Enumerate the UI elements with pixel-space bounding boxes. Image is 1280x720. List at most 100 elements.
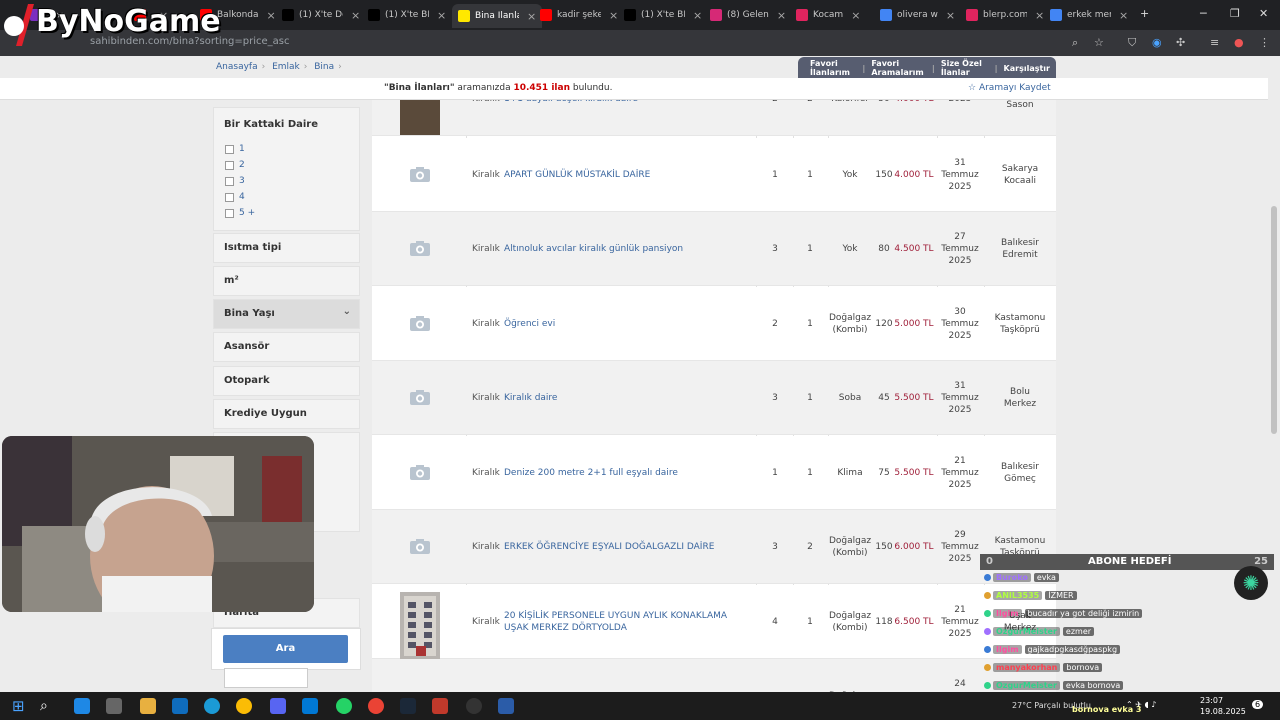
restore-icon[interactable]: ❐ [1230,7,1240,20]
floor-option-2[interactable]: 2 [225,160,245,170]
floor-option-5plus[interactable]: 5 + [225,208,255,218]
chrome-icon[interactable] [236,698,252,714]
task-view-icon[interactable] [106,698,122,714]
file-explorer-icon[interactable] [140,698,156,714]
listing-row[interactable]: Doğalgaz24 [372,659,1056,692]
listing-row[interactable]: Kiralık ERKEK ÖĞRENCİYE EŞYALI DOĞALGAZLI… [372,510,1056,584]
facet-heating[interactable]: Isıtma tipi [213,233,360,263]
tab-close-icon[interactable]: × [609,9,618,22]
checkbox-icon[interactable] [225,192,234,202]
save-search-button[interactable]: ☆ Aramayı Kaydet [968,83,1051,93]
listing-row[interactable]: Kiralık APART GÜNLÜK MÜSTAKİL DAİRE 1 1 Yok 1… [372,138,1056,212]
search-button[interactable]: Ara [223,635,348,663]
zoom-icon[interactable]: ⌕ [1072,36,1078,50]
breadcrumb-bina[interactable]: Bina [314,62,334,72]
browser-tab[interactable]: erkek mer × [1050,5,1128,25]
app-icon-2[interactable] [498,698,514,714]
new-tab-icon[interactable]: + [1140,7,1149,20]
small-input-box[interactable] [224,668,308,688]
scrollbar-thumb[interactable] [1271,206,1277,434]
app-icon[interactable] [432,698,448,714]
puzzle-icon[interactable]: ✣ [1176,36,1185,49]
vscode-icon[interactable] [302,698,318,714]
tab-close-icon[interactable]: × [1035,9,1044,22]
listing-photo[interactable] [400,592,440,660]
checkbox-icon[interactable] [225,176,234,186]
menu-dots-icon[interactable]: ⋮ [1259,36,1270,49]
chrome-active-icon[interactable] [368,698,384,714]
tab-close-icon[interactable]: × [267,9,276,22]
facet-building-age[interactable]: Bina Yaşı ⌄ [213,299,360,329]
browser-tab[interactable]: olivera w × [880,5,955,25]
listing-title[interactable]: Denize 200 metre 2+1 full eşyalı daire [504,467,744,479]
tab-close-icon[interactable]: × [851,9,860,22]
search-icon[interactable]: ⌕ [40,698,56,714]
facet-parking[interactable]: Otopark [213,366,360,396]
tray-icons[interactable]: ⌃ ✈ ◖ ♪ [1126,700,1156,709]
tab-close-icon[interactable]: × [351,9,360,22]
obs-icon[interactable] [466,698,482,714]
clock-date[interactable]: 19.08.2025 [1200,707,1246,716]
listing-row[interactable]: Kiralık 1+1 dayalı döşeli kiralık daire 2 2… [372,100,1056,136]
facet-credit[interactable]: Krediye Uygun [213,399,360,429]
listing-photo[interactable] [400,100,440,135]
listing-title[interactable]: 1+1 dayalı döşeli kiralık daire [504,100,744,105]
browser-tab[interactable]: (1) X'te Do × [282,5,360,25]
browser-tab[interactable]: Bina İlanla × [452,4,543,28]
browser-tab[interactable]: Kocam × [796,5,860,25]
listing-title[interactable]: APART GÜNLÜK MÜSTAKİL DAİRE [504,169,744,181]
nav-favorite-searches[interactable]: Favori Aramalarım [871,59,926,77]
tab-close-icon[interactable]: × [527,10,536,23]
shield-icon[interactable]: ⛉ [1128,36,1136,50]
checkbox-icon[interactable] [225,144,234,154]
floor-option-1[interactable]: 1 [225,144,245,154]
browser-tab[interactable]: (8) Gelen × [710,5,786,25]
listing-row[interactable]: Kiralık Kiralık daire 3 1 Soba 45 5.500 TL 31 T… [372,361,1056,435]
media-icon[interactable]: ≡ [1210,36,1219,49]
listing-title[interactable]: Öğrenci evi [504,318,744,330]
browser-tab[interactable]: (1) X'te BP × [368,5,446,25]
tab-close-icon[interactable]: × [946,9,955,22]
page-scrollbar[interactable] [1268,56,1280,692]
breadcrumb-home[interactable]: Anasayfa [216,62,258,72]
tab-close-icon[interactable]: × [437,9,446,22]
chatgpt-icon[interactable]: ✺ [1234,566,1268,600]
browser-tab[interactable]: blerp.com × [966,5,1044,25]
steam-icon[interactable] [400,698,416,714]
extension-icon[interactable]: ◉ [1152,36,1162,49]
nav-compare[interactable]: Karşılaştır [1004,64,1050,73]
listing-row[interactable]: Kiralık Denize 200 metre 2+1 full eşyalı … [372,436,1056,510]
listing-row[interactable]: Kiralık Altınoluk avcılar kiralık günlük … [372,212,1056,286]
windows-start-icon[interactable]: ⊞ [12,698,28,714]
tab-close-icon[interactable]: × [1119,9,1128,22]
minimize-icon[interactable]: ─ [1200,7,1207,20]
listing-row[interactable]: Kiralık Öğrenci evi 2 1 Doğalgaz (Kombi) 120 5… [372,287,1056,361]
listing-title[interactable]: ERKEK ÖĞRENCİYE EŞYALI DOĞALGAZLI DAİRE [504,541,744,553]
floor-option-4[interactable]: 4 [225,192,245,202]
notification-badge[interactable]: 6 [1252,700,1264,709]
close-window-icon[interactable]: ✕ [1259,7,1268,20]
profile-avatar-icon[interactable]: ● [1234,36,1244,49]
outlook-icon[interactable] [172,698,188,714]
facet-m2[interactable]: m² [213,266,360,296]
browser-tab[interactable]: (1) X'te BP × [624,5,702,25]
tab-close-icon[interactable]: × [693,9,702,22]
tab-close-icon[interactable]: × [777,9,786,22]
nav-special-listings[interactable]: Size Özel İlanlar [941,59,989,77]
edge-icon[interactable] [204,698,220,714]
listing-title[interactable]: Altınoluk avcılar kiralık günlük pansiyo… [504,243,744,255]
nav-favorite-listings[interactable]: Favori İlanlarım [810,59,856,77]
bookmark-star-icon[interactable]: ☆ [1094,36,1104,49]
whatsapp-icon[interactable] [336,698,352,714]
breadcrumb-emlak[interactable]: Emlak [272,62,300,72]
listing-row[interactable]: Kiralık 20 KİŞİLİK PERSONELE UYGUN AYLIK … [372,585,1056,660]
copilot-icon[interactable] [74,698,90,714]
listing-title[interactable]: 20 KİŞİLİK PERSONELE UYGUN AYLIK KONAKLA… [504,610,744,634]
checkbox-icon[interactable] [225,208,234,218]
checkbox-icon[interactable] [225,160,234,170]
browser-tab[interactable]: kadir şeke × [540,5,618,25]
discord-icon[interactable] [270,698,286,714]
facet-elevator[interactable]: Asansör [213,332,360,362]
floor-option-3[interactable]: 3 [225,176,245,186]
listing-title[interactable]: Kiralık daire [504,392,744,404]
